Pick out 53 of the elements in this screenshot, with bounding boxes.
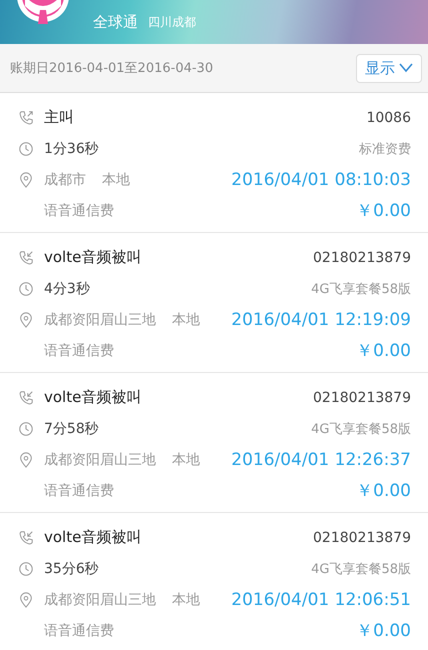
phone-number: 10086 bbox=[366, 110, 411, 126]
call-scope: 本地 bbox=[102, 170, 130, 188]
clock-icon bbox=[18, 140, 34, 156]
call-duration: 35分6秒 bbox=[44, 560, 99, 578]
location-pin-icon bbox=[18, 172, 34, 188]
location-pin-icon bbox=[18, 452, 34, 468]
call-location: 成都资阳眉山三地 bbox=[44, 450, 156, 468]
plan-name: 全球通 bbox=[93, 12, 138, 32]
call-type: volte音频被叫 bbox=[44, 248, 142, 267]
call-location: 成都资阳眉山三地 bbox=[44, 590, 156, 608]
phone-number: 02180213879 bbox=[313, 390, 411, 406]
tariff-package: 4G飞享套餐58版 bbox=[311, 280, 411, 298]
fee-type: 语音通信费 bbox=[44, 342, 114, 360]
incoming-call-icon bbox=[18, 530, 34, 546]
incoming-call-icon bbox=[18, 250, 34, 266]
call-type: 主叫 bbox=[44, 108, 74, 127]
call-duration: 7分58秒 bbox=[44, 420, 99, 438]
call-scope: 本地 bbox=[172, 310, 200, 328]
call-duration: 1分36秒 bbox=[44, 140, 99, 158]
location-pin-icon bbox=[18, 312, 34, 328]
call-time: 2016/04/01 12:19:09 bbox=[231, 310, 411, 330]
clock-icon bbox=[18, 560, 34, 576]
call-location: 成都市 bbox=[44, 170, 86, 188]
fee-amount: ￥0.00 bbox=[356, 200, 411, 222]
call-time: 2016/04/01 12:06:51 bbox=[231, 590, 411, 610]
location-pin-icon bbox=[18, 592, 34, 608]
incoming-call-icon bbox=[18, 390, 34, 406]
call-scope: 本地 bbox=[172, 590, 200, 608]
fee-amount: ￥0.00 bbox=[356, 480, 411, 502]
fee-amount: ￥0.00 bbox=[356, 340, 411, 362]
fee-type: 语音通信费 bbox=[44, 202, 114, 220]
fee-type: 语音通信费 bbox=[44, 482, 114, 500]
tariff-package: 4G飞享套餐58版 bbox=[311, 560, 411, 578]
call-location: 成都资阳眉山三地 bbox=[44, 310, 156, 328]
billing-period: 账期日2016-04-01至2016-04-30 bbox=[10, 60, 214, 77]
call-type: volte音频被叫 bbox=[44, 388, 142, 407]
call-time: 2016/04/01 08:10:03 bbox=[231, 170, 411, 190]
clock-icon bbox=[18, 420, 34, 436]
display-button[interactable]: 显示 bbox=[356, 54, 422, 82]
region-name: 四川成都 bbox=[148, 14, 196, 30]
caret-icon bbox=[399, 63, 413, 73]
tariff-package: 标准资费 bbox=[359, 140, 411, 158]
call-duration: 4分3秒 bbox=[44, 280, 90, 298]
fee-amount: ￥0.00 bbox=[356, 620, 411, 642]
fee-type: 语音通信费 bbox=[44, 622, 114, 640]
call-scope: 本地 bbox=[172, 450, 200, 468]
clock-icon bbox=[18, 280, 34, 296]
call-type: volte音频被叫 bbox=[44, 528, 142, 547]
phone-number: 02180213879 bbox=[313, 530, 411, 546]
call-time: 2016/04/01 12:26:37 bbox=[231, 450, 411, 470]
phone-number: 02180213879 bbox=[313, 250, 411, 266]
outgoing-call-icon bbox=[18, 110, 34, 126]
tariff-package: 4G飞享套餐58版 bbox=[311, 420, 411, 438]
